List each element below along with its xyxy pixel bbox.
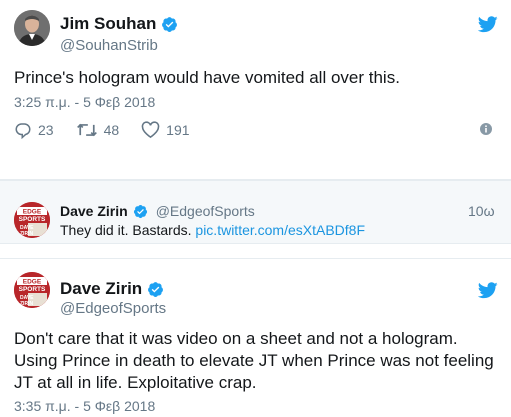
reply-icon — [15, 123, 31, 139]
reply-button[interactable]: 23 — [14, 121, 54, 139]
twitter-bird-icon[interactable] — [478, 16, 498, 33]
quoted-pic-link[interactable]: pic.twitter.com/esXtABDf8F — [195, 222, 365, 238]
avatar-dave-zirin-small[interactable]: EDGE SPORTS DAVE ZIRIN — [14, 202, 50, 238]
retweet-button[interactable]: 48 — [76, 121, 120, 139]
author-handle[interactable]: @SouhanStrib — [60, 37, 158, 54]
quoted-author-name[interactable]: Dave Zirin — [60, 203, 128, 219]
logo-text-edge: EDGE — [23, 279, 42, 286]
verified-badge-icon — [162, 16, 178, 32]
retweet-count: 48 — [103, 122, 120, 138]
verified-badge-icon — [133, 204, 147, 218]
quoted-author[interactable]: Dave Zirin @EdgeofSports — [60, 203, 255, 219]
retweet-icon — [76, 123, 97, 137]
edge-of-sports-logo-icon: EDGE SPORTS DAVE ZIRIN — [14, 202, 50, 238]
logo-text-sports: SPORTS — [19, 216, 46, 223]
tweet-text: Prince's hologram would have vomited all… — [14, 68, 400, 87]
tweet-timestamp[interactable]: 3:25 π.μ. - 5 Φεβ 2018 — [14, 94, 155, 110]
author-name[interactable]: Jim Souhan — [60, 14, 178, 34]
twitter-bird-icon[interactable] — [478, 282, 498, 299]
quoted-time[interactable]: 10ω — [468, 203, 495, 219]
author-name[interactable]: Dave Zirin — [60, 279, 164, 299]
like-button[interactable]: 191 — [141, 121, 190, 139]
avatar-photo-icon — [14, 10, 50, 46]
quoted-text: They did it. Bastards. pic.twitter.com/e… — [60, 222, 365, 238]
verified-badge-icon — [148, 281, 164, 297]
avatar-jim-souhan[interactable] — [14, 10, 50, 46]
tweet-timestamp[interactable]: 3:35 π.μ. - 5 Φεβ 2018 — [14, 398, 155, 414]
tweets-page: Jim Souhan @SouhanStrib Prince's hologra… — [0, 0, 511, 417]
quoted-author-handle[interactable]: @EdgeofSports — [156, 203, 255, 219]
like-count: 191 — [166, 122, 190, 138]
logo-text-sports: SPORTS — [19, 286, 46, 293]
logo-text-edge: EDGE — [23, 209, 42, 216]
avatar-dave-zirin[interactable]: EDGE SPORTS DAVE ZIRIN — [14, 272, 50, 308]
like-heart-icon — [141, 121, 160, 139]
tweet-actions: 23 48 191 — [14, 121, 212, 139]
edge-of-sports-logo-icon: EDGE SPORTS DAVE ZIRIN — [14, 272, 50, 308]
tweet-text: Don't care that it was video on a sheet … — [14, 329, 494, 392]
quoted-text-body: They did it. Bastards. — [60, 222, 192, 238]
info-icon[interactable] — [480, 123, 492, 135]
author-handle[interactable]: @EdgeofSports — [60, 300, 166, 317]
reply-count: 23 — [38, 122, 54, 138]
